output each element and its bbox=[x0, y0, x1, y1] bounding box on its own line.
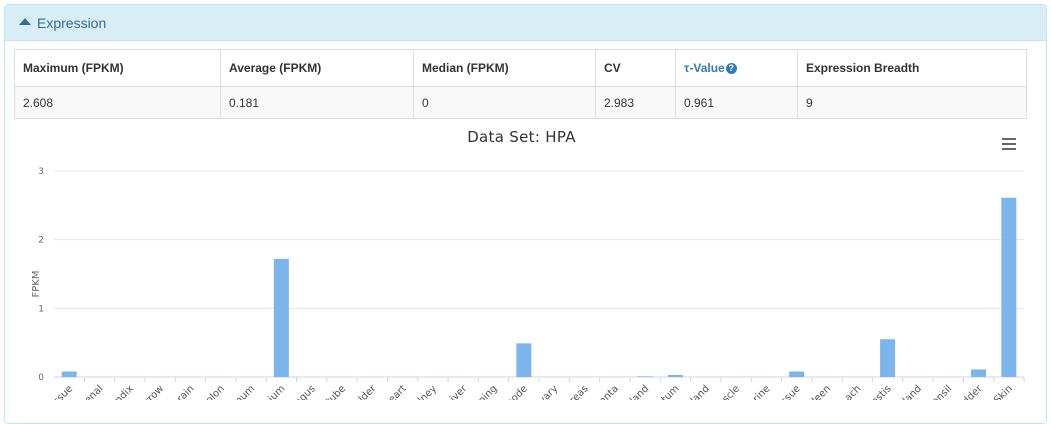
x-tick-label: estis bbox=[869, 383, 893, 400]
header-maximum: Maximum (FPKM) bbox=[14, 49, 221, 87]
chart-bar[interactable] bbox=[273, 258, 289, 377]
x-tick-label: land bbox=[901, 383, 924, 400]
chart-menu-icon[interactable] bbox=[1002, 138, 1016, 150]
chart-title: Data Set: HPA bbox=[467, 128, 576, 146]
x-tick-label: uscle bbox=[716, 383, 742, 400]
x-tick-label: atum bbox=[655, 383, 681, 400]
x-tick-label: ium bbox=[266, 383, 287, 400]
x-tick-label: ssue bbox=[779, 383, 803, 400]
x-tick-label: rrow bbox=[143, 383, 166, 400]
x-tick-label: enal bbox=[83, 383, 106, 400]
chart-bar[interactable] bbox=[1001, 197, 1017, 377]
value-tau: 0.961 bbox=[675, 86, 798, 119]
x-tick-label: lder bbox=[357, 383, 379, 400]
x-tick-label: vary bbox=[537, 383, 560, 400]
header-expression-breadth: Expression Breadth bbox=[797, 49, 1027, 87]
chart-bar[interactable] bbox=[667, 374, 683, 377]
value-expression-breadth: 9 bbox=[797, 86, 1027, 119]
chart-bar[interactable] bbox=[789, 371, 805, 377]
x-tick-label: reas bbox=[568, 383, 591, 400]
x-tick-label: onsil bbox=[930, 383, 954, 400]
chart-bar[interactable] bbox=[880, 339, 896, 377]
value-median: 0 bbox=[413, 86, 596, 119]
expression-bar-chart: 0 1 2 3 FPKM ssue enal ndix rrow rain olon num ium ag… bbox=[31, 167, 1025, 400]
y-tick-label: 2 bbox=[38, 236, 44, 246]
x-tick-label: enta bbox=[597, 383, 621, 400]
x-tick-label: ning bbox=[476, 383, 499, 400]
y-tick-label: 0 bbox=[38, 373, 44, 383]
stats-header-row: Maximum (FPKM) Average (FPKM) Median (FP… bbox=[14, 49, 1027, 87]
expression-panel-header[interactable]: Expression bbox=[5, 5, 1046, 41]
x-tick-label: land bbox=[689, 383, 712, 400]
x-tick-label: olon bbox=[204, 383, 227, 400]
stats-value-row: 2.608 0.181 0 2.983 0.961 9 bbox=[14, 86, 1027, 119]
x-tick-label: tube bbox=[324, 383, 348, 400]
x-tick-label: ach bbox=[843, 383, 863, 400]
y-tick-label: 3 bbox=[38, 167, 44, 177]
header-median: Median (FPKM) bbox=[413, 49, 596, 87]
x-tick-label: leen bbox=[810, 383, 833, 400]
value-cv: 2.983 bbox=[595, 86, 676, 119]
x-tick-label: ndix bbox=[113, 383, 136, 400]
x-tick-label: dney bbox=[414, 383, 439, 400]
chart-bar[interactable] bbox=[637, 376, 653, 377]
y-tick-label: 1 bbox=[38, 304, 44, 314]
x-tick-label: iver bbox=[448, 383, 470, 400]
value-average: 0.181 bbox=[220, 86, 414, 119]
panel-title: Expression bbox=[37, 14, 107, 31]
chart-bar[interactable] bbox=[61, 371, 77, 377]
x-tick-label: dder bbox=[961, 383, 986, 400]
x-tick-label: rine bbox=[751, 383, 772, 400]
expression-stats-table: Maximum (FPKM) Average (FPKM) Median (FP… bbox=[14, 49, 1027, 119]
header-cv: CV bbox=[595, 49, 676, 87]
x-tick-label: agus bbox=[293, 383, 318, 400]
help-icon[interactable]: ? bbox=[725, 63, 737, 74]
y-axis-label: FPKM bbox=[31, 271, 42, 298]
x-tick-label: eart bbox=[387, 383, 409, 400]
value-maximum: 2.608 bbox=[14, 86, 221, 119]
header-average: Average (FPKM) bbox=[220, 49, 414, 87]
x-tick-label: land bbox=[628, 383, 651, 400]
x-tick-label: num bbox=[234, 383, 258, 400]
header-tau-value[interactable]: τ-Value? bbox=[675, 49, 798, 87]
x-tick-label: node bbox=[505, 383, 530, 400]
chart-bar[interactable] bbox=[971, 369, 987, 377]
x-tick-label: Skin bbox=[992, 383, 1015, 400]
x-tick-label: rain bbox=[175, 383, 196, 400]
x-tick-label: ssue bbox=[51, 383, 75, 400]
tau-value-link[interactable]: τ-Value bbox=[684, 61, 725, 75]
chart-bar[interactable] bbox=[516, 343, 532, 377]
caret-up-icon bbox=[19, 18, 31, 25]
